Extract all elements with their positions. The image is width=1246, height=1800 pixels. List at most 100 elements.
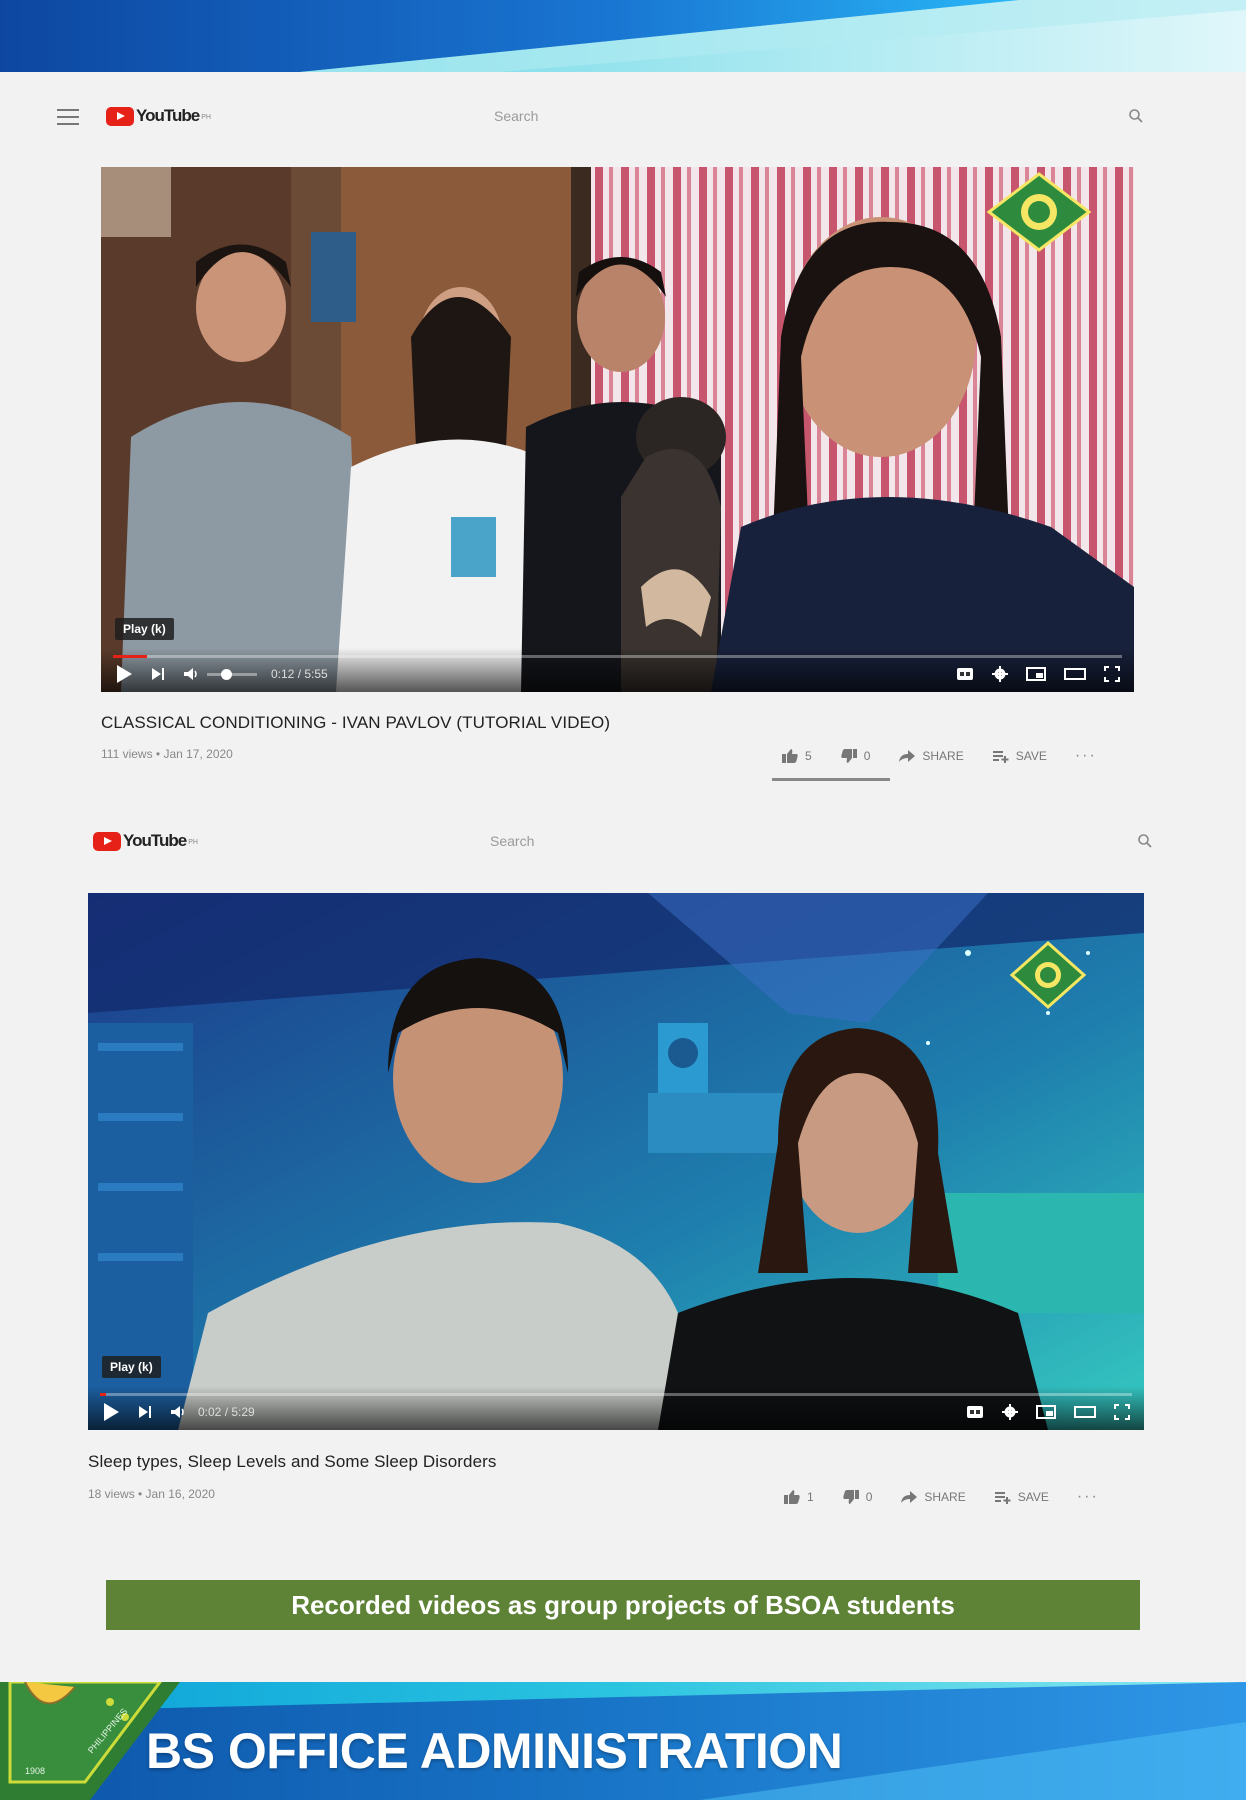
banner-title: BS OFFICE ADMINISTRATION	[146, 1723, 843, 1779]
share-icon	[901, 1491, 918, 1503]
captions-button[interactable]	[966, 1401, 984, 1423]
dislike-count: 0	[863, 749, 871, 763]
like-count: 5	[805, 749, 812, 763]
seal-year: 1908	[25, 1766, 45, 1776]
fullscreen-icon	[1114, 1404, 1130, 1420]
caption-banner: Recorded videos as group projects of BSO…	[106, 1580, 1140, 1630]
play-icon	[117, 665, 132, 683]
volume-icon	[171, 1406, 184, 1418]
play-button[interactable]	[115, 663, 133, 685]
youtube-play-icon	[106, 106, 134, 126]
gear-icon	[992, 666, 1008, 682]
fullscreen-icon	[1104, 666, 1120, 682]
play-tooltip: Play (k)	[102, 1356, 161, 1378]
settings-button[interactable]	[992, 663, 1008, 685]
share-label: SHARE	[922, 749, 964, 763]
volume-knob[interactable]	[221, 668, 232, 680]
video-meta: 18 views • Jan 16, 2020	[88, 1487, 215, 1501]
captions-icon	[967, 1406, 983, 1418]
progress-bar[interactable]	[100, 1393, 1132, 1396]
progress-fill	[113, 655, 148, 658]
captions-button[interactable]	[956, 663, 974, 685]
theater-button[interactable]	[1074, 1401, 1096, 1423]
theater-icon	[1074, 1406, 1096, 1418]
search-input[interactable]: Search	[494, 108, 538, 124]
fullscreen-button[interactable]	[1114, 1401, 1130, 1423]
play-icon	[104, 1403, 119, 1421]
thumbs-up-icon	[782, 749, 798, 763]
miniplayer-button[interactable]	[1026, 663, 1046, 685]
video-actions: 1 0 SHARE SAVE ···	[783, 1488, 1099, 1506]
share-button[interactable]: SHARE	[900, 1490, 966, 1504]
search-icon[interactable]	[1128, 108, 1144, 124]
save-button[interactable]: SAVE	[994, 1490, 1049, 1504]
volume-icon	[184, 668, 197, 680]
logo-text: YouTube	[136, 106, 200, 125]
video-thumbnail	[101, 167, 1134, 692]
menu-button[interactable]	[57, 109, 79, 125]
settings-button[interactable]	[1002, 1401, 1018, 1423]
bottom-banner: 1908 PHILIPPINES BS OFFICE ADMINISTRATIO…	[0, 1682, 1246, 1800]
like-button[interactable]: 1	[783, 1489, 814, 1505]
next-button[interactable]	[138, 1401, 152, 1423]
volume-button[interactable]	[170, 1401, 186, 1423]
theater-button[interactable]	[1064, 663, 1086, 685]
save-label: SAVE	[1015, 749, 1047, 763]
play-tooltip: Play (k)	[115, 618, 174, 640]
volume-slider[interactable]	[207, 668, 257, 680]
more-options-button[interactable]: ···	[1075, 747, 1097, 765]
logo-region: PH	[188, 839, 198, 846]
progress-bar[interactable]	[113, 655, 1122, 658]
captions-icon	[957, 668, 973, 680]
video-actions: 5 0 SHARE SAVE ···	[781, 747, 1097, 765]
miniplayer-icon	[1026, 667, 1046, 681]
like-button[interactable]: 5	[781, 748, 812, 764]
search-icon[interactable]	[1137, 833, 1153, 849]
next-icon	[139, 1406, 151, 1418]
save-button[interactable]: SAVE	[992, 749, 1047, 763]
logo-text: YouTube	[123, 831, 187, 850]
gear-icon	[1002, 1404, 1018, 1420]
dislike-count: 0	[865, 1490, 873, 1504]
menu-icon-line	[57, 116, 79, 118]
like-count: 1	[807, 1490, 814, 1504]
save-label: SAVE	[1017, 1490, 1049, 1504]
theater-icon	[1064, 668, 1086, 680]
video-player[interactable]: Play (k) 0:02 / 5:29	[88, 893, 1144, 1430]
video-meta: 111 views • Jan 17, 2020	[101, 747, 233, 761]
dislike-button[interactable]: 0	[840, 748, 871, 764]
youtube-logo[interactable]: YouTube PH	[93, 831, 198, 851]
player-controls: 0:12 / 5:55	[101, 648, 1134, 692]
youtube-logo[interactable]: YouTube PH	[106, 106, 211, 126]
volume-button[interactable]	[183, 663, 199, 685]
logo-region: PH	[201, 114, 211, 121]
progress-fill	[100, 1393, 107, 1396]
dislike-button[interactable]: 0	[842, 1489, 873, 1505]
thumbs-up-icon	[784, 1490, 800, 1504]
playlist-add-icon	[994, 1492, 1011, 1504]
share-button[interactable]: SHARE	[898, 749, 964, 763]
youtube-play-icon	[93, 831, 121, 851]
play-button[interactable]	[102, 1401, 120, 1423]
caption-text: Recorded videos as group projects of BSO…	[291, 1589, 955, 1620]
next-button[interactable]	[151, 663, 165, 685]
more-options-button[interactable]: ···	[1077, 1488, 1099, 1506]
miniplayer-button[interactable]	[1036, 1401, 1056, 1423]
menu-icon-line	[57, 109, 79, 111]
video-title: CLASSICAL CONDITIONING - IVAN PAVLOV (TU…	[101, 713, 611, 732]
share-label: SHARE	[924, 1490, 966, 1504]
video-thumbnail	[88, 893, 1144, 1430]
thumbs-down-icon	[843, 1490, 859, 1504]
time-display: 0:02 / 5:29	[198, 1405, 255, 1419]
playlist-add-icon	[992, 751, 1009, 763]
player-controls: 0:02 / 5:29	[88, 1386, 1144, 1430]
fullscreen-button[interactable]	[1104, 663, 1120, 685]
top-banner	[0, 0, 1246, 72]
menu-icon-line	[57, 123, 79, 125]
share-icon	[899, 750, 916, 762]
thumbs-down-icon	[841, 749, 857, 763]
search-input[interactable]: Search	[490, 833, 534, 849]
miniplayer-icon	[1036, 1405, 1056, 1419]
video-player[interactable]: Play (k) 0:12 / 5:55	[101, 167, 1134, 692]
video-title: Sleep types, Sleep Levels and Some Sleep…	[88, 1452, 497, 1471]
